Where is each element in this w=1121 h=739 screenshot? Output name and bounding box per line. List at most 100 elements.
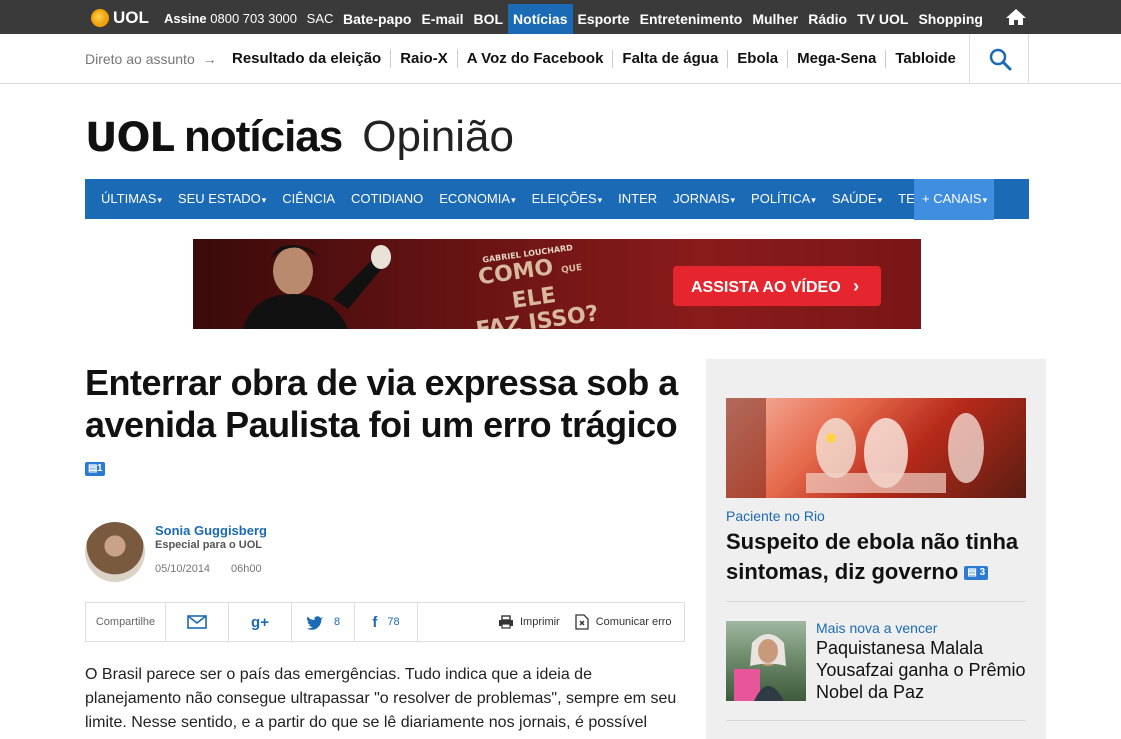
section-nav-label: SEU ESTADO bbox=[177, 191, 261, 206]
topnav-item-bol[interactable]: BOL bbox=[468, 4, 508, 34]
section-nav-item[interactable]: ECONOMIA▾ bbox=[431, 179, 523, 219]
article-tools: Imprimir Comunicar erro bbox=[498, 603, 672, 641]
ebola-story-image[interactable] bbox=[726, 398, 1026, 498]
section-nav: ÚLTIMAS▾ SEU ESTADO▾ CIÊNCIA COTIDIANO ECONO… bbox=[85, 179, 1029, 220]
topnav-item-tv-uol[interactable]: TV UOL bbox=[852, 4, 913, 34]
article-body: O Brasil parece ser o país das emergênci… bbox=[85, 666, 677, 731]
section-nav-label: ECONOMIA bbox=[439, 191, 511, 206]
topnav-item-email[interactable]: E-mail bbox=[416, 4, 468, 34]
story-1-title[interactable]: Suspeito de ebola não tinha sintomas, di… bbox=[726, 527, 1026, 587]
topnav-item-bate-papo[interactable]: Bate-papo bbox=[338, 4, 416, 34]
comment-icon: ▤ bbox=[88, 463, 97, 475]
section-nav-item[interactable]: ELEIÇÕES▾ bbox=[524, 179, 611, 219]
quick-link-ebola[interactable]: Ebola bbox=[727, 50, 787, 68]
chevron-down-icon: ▾ bbox=[730, 195, 736, 205]
chevron-down-icon: ▾ bbox=[597, 195, 603, 205]
sidebar-divider bbox=[726, 601, 1026, 602]
comment-icon: ▤ bbox=[967, 567, 977, 579]
quick-link-raio-x[interactable]: Raio-X bbox=[390, 50, 457, 68]
quick-link-eleicao[interactable]: Resultado da eleição bbox=[223, 50, 390, 68]
section-nav-item[interactable]: POLÍTICA▾ bbox=[743, 179, 824, 219]
sac-link[interactable]: SAC bbox=[307, 11, 334, 26]
quick-links-bar: Direto ao assunto → Resultado da eleição… bbox=[0, 34, 1121, 84]
comment-count-badge[interactable]: ▤1 bbox=[85, 462, 106, 477]
arrow-right-icon: → bbox=[202, 51, 217, 67]
section-nav-label: POLÍTICA bbox=[751, 191, 811, 206]
uol-logo-text: UOL bbox=[113, 8, 149, 27]
headline-text: Enterrar obra de via expressa sob a aven… bbox=[85, 362, 678, 445]
direto-text: Direto ao assunto bbox=[85, 51, 195, 67]
author-avatar[interactable] bbox=[85, 522, 145, 582]
topnav-item-noticias[interactable]: Notícias bbox=[508, 4, 573, 34]
chevron-right-icon: › bbox=[853, 276, 860, 296]
topnav-item-esporte[interactable]: Esporte bbox=[573, 4, 635, 34]
top-bar: UOL Assine 0800 703 3000 SAC Bate-papo E… bbox=[0, 0, 1121, 34]
section-title: Opinião bbox=[362, 112, 514, 161]
story-1-comment-badge[interactable]: ▤ 3 bbox=[964, 566, 989, 581]
chevron-down-icon: ▾ bbox=[157, 195, 162, 205]
watch-video-button[interactable]: ASSISTA AO VÍDEO › bbox=[673, 266, 881, 306]
banner-ad[interactable]: GABRIEL LOUCHARD COMO QUE ELE FAZ ISSO? … bbox=[193, 239, 921, 329]
print-button[interactable]: Imprimir bbox=[498, 615, 560, 629]
more-channels-button[interactable]: + CANAIS▾ bbox=[914, 179, 994, 220]
banner-person-image bbox=[243, 245, 391, 329]
share-email-button[interactable] bbox=[166, 603, 229, 641]
topnav-item-mulher[interactable]: Mulher bbox=[747, 4, 803, 34]
quick-link-falta-agua[interactable]: Falta de água bbox=[612, 50, 727, 68]
email-icon bbox=[187, 615, 207, 629]
facebook-icon: f bbox=[372, 613, 378, 631]
facebook-count: 78 bbox=[387, 616, 400, 628]
article-date: 05/10/2014 bbox=[155, 563, 211, 575]
share-twitter-button[interactable]: 8 bbox=[292, 603, 355, 641]
brand-uol: UOL bbox=[85, 115, 175, 161]
topnav-item-entretenimento[interactable]: Entretenimento bbox=[635, 4, 748, 34]
section-nav-item[interactable]: ÚLTIMAS▾ bbox=[85, 179, 170, 219]
home-icon[interactable] bbox=[1005, 8, 1027, 26]
quick-link-voz-facebook[interactable]: A Voz do Facebook bbox=[456, 50, 613, 68]
section-nav-label: COTIDIANO bbox=[351, 191, 424, 206]
chevron-down-icon: ▾ bbox=[511, 195, 516, 205]
section-nav-label: ELEIÇÕES bbox=[531, 191, 597, 206]
share-facebook-button[interactable]: f 78 bbox=[355, 603, 418, 641]
story-1-kicker[interactable]: Paciente no Rio bbox=[726, 508, 825, 524]
author-name[interactable]: Sonia Guggisberg bbox=[155, 523, 267, 538]
section-nav-label: CIÊNCIA bbox=[282, 191, 336, 206]
story-2-kicker[interactable]: Mais nova a vencer bbox=[816, 620, 937, 636]
assine-label: Assine bbox=[164, 11, 207, 26]
section-nav-item[interactable]: CIÊNCIA bbox=[274, 179, 343, 219]
printer-icon bbox=[499, 615, 513, 629]
phone-number: 0800 703 3000 bbox=[210, 11, 298, 26]
malala-story-image[interactable] bbox=[726, 621, 806, 701]
report-error-label: Comunicar erro bbox=[595, 616, 672, 628]
search-icon bbox=[989, 48, 1012, 71]
section-nav-item[interactable]: SEU ESTADO▾ bbox=[170, 179, 274, 219]
share-label: Compartilhe bbox=[86, 603, 166, 641]
print-label: Imprimir bbox=[520, 616, 560, 628]
topnav-item-shopping[interactable]: Shopping bbox=[913, 4, 988, 34]
share-google-plus-button[interactable]: g+ bbox=[229, 603, 292, 641]
search-button[interactable] bbox=[969, 34, 1029, 84]
section-nav-item[interactable]: JORNAIS▾ bbox=[665, 179, 743, 219]
site-brand[interactable]: UOL notícias Opinião bbox=[85, 112, 514, 162]
section-nav-item[interactable]: SAÚDE▾ bbox=[824, 179, 890, 219]
story-2-title[interactable]: Paquistanesa Malala Yousafzai ganha o Pr… bbox=[816, 637, 1026, 703]
subscribe-link[interactable]: Assine 0800 703 3000 SAC bbox=[164, 11, 333, 26]
section-nav-item[interactable]: COTIDIANO bbox=[343, 179, 431, 219]
google-plus-icon: g+ bbox=[251, 613, 269, 631]
quick-link-mega-sena[interactable]: Mega-Sena bbox=[787, 50, 885, 68]
uol-logo[interactable]: UOL bbox=[91, 8, 149, 28]
quick-link-tabloide[interactable]: Tabloide bbox=[885, 50, 965, 68]
direto-ao-assunto-label: Direto ao assunto → bbox=[85, 51, 217, 67]
section-nav-item[interactable]: INTER bbox=[610, 179, 665, 219]
report-error-button[interactable]: Comunicar erro bbox=[574, 614, 672, 630]
cta-label: ASSISTA AO VÍDEO bbox=[691, 279, 841, 296]
article-headline: Enterrar obra de via expressa sob a aven… bbox=[85, 362, 685, 488]
section-nav-label: JORNAIS bbox=[673, 191, 730, 206]
ebola-photo bbox=[726, 398, 984, 498]
section-nav-label: ÚLTIMAS bbox=[101, 191, 157, 206]
twitter-count: 8 bbox=[333, 616, 341, 628]
malala-photo bbox=[734, 634, 786, 701]
topnav-item-radio[interactable]: Rádio bbox=[803, 4, 852, 34]
banner-headline: GABRIEL LOUCHARD COMO QUE ELE FAZ ISSO? bbox=[453, 239, 614, 329]
section-nav-label: SAÚDE bbox=[831, 191, 877, 206]
